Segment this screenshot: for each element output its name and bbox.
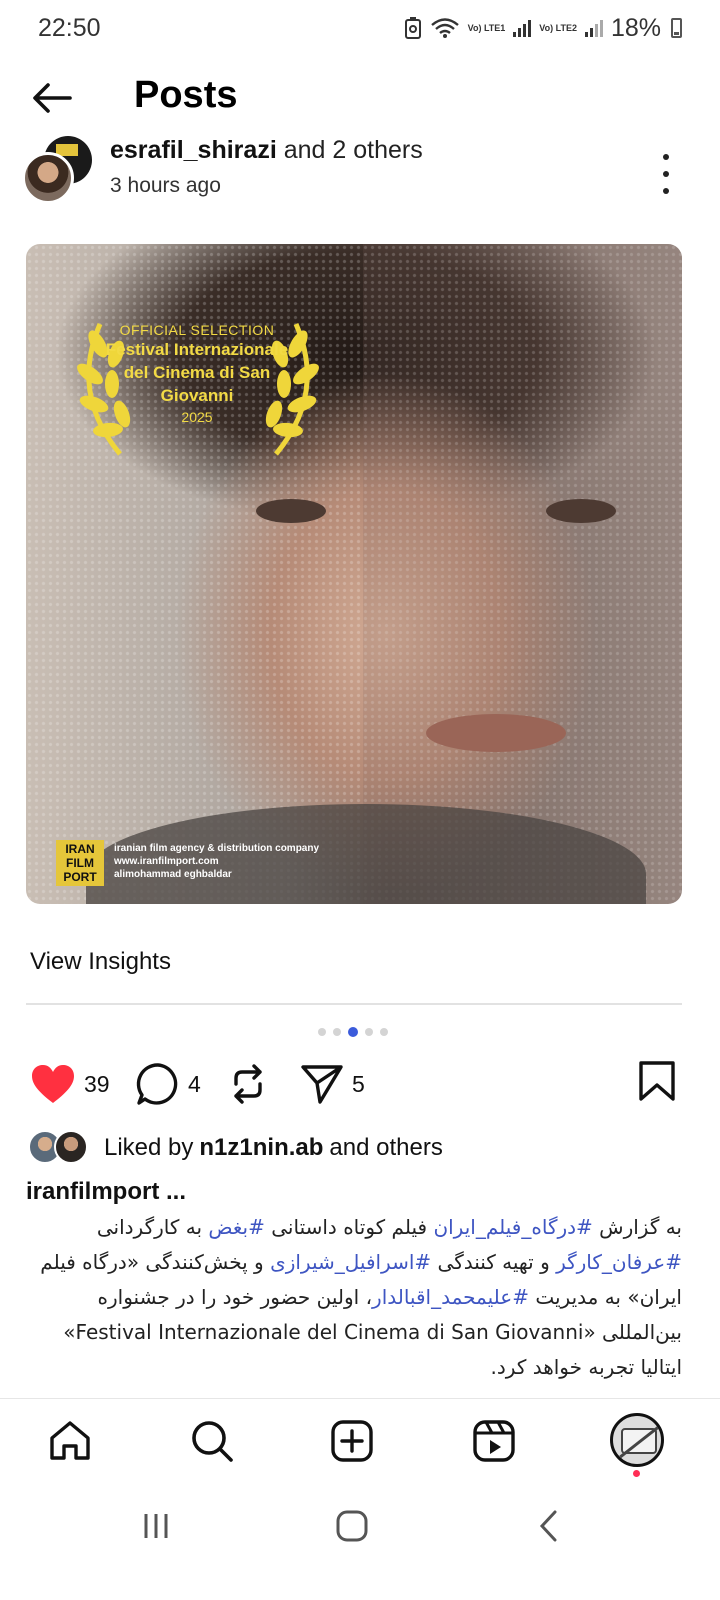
signal-2-icon (584, 19, 603, 37)
image-eye-right (546, 499, 616, 523)
nav-search[interactable] (188, 1417, 236, 1465)
repost-icon (234, 1064, 262, 1104)
post-users-suffix[interactable]: and 2 others (284, 136, 423, 164)
carousel-dot (333, 1028, 341, 1036)
like-count: 39 (84, 1070, 110, 1097)
save-button[interactable] (638, 1060, 676, 1107)
post-users[interactable]: esrafil_shirazi and 2 others (110, 136, 423, 165)
network-label-1: Vo) LTE1 (467, 22, 506, 33)
festival-line-1: Festival Internazionale (105, 340, 289, 359)
festival-year: 2025 (181, 409, 213, 425)
bottom-nav (0, 1398, 720, 1484)
status-time: 22:50 (38, 13, 101, 42)
back-button[interactable] (28, 74, 76, 122)
carousel-dot-active (348, 1027, 358, 1037)
carousel-dot (365, 1028, 373, 1036)
home-system-button[interactable] (322, 1506, 382, 1546)
agency-line-3: alimohammad eghbaldar (114, 869, 232, 880)
like-button[interactable]: 39 (30, 1058, 110, 1110)
plus-square-icon (331, 1420, 373, 1462)
comment-count: 4 (188, 1070, 201, 1097)
festival-line-3: Giovanni (160, 386, 234, 405)
network-label-2: Vo) LTE2 (539, 22, 577, 33)
signal-1-icon (513, 19, 532, 37)
liked-by-suffix[interactable]: and others (329, 1134, 442, 1162)
comment-button[interactable]: 4 (136, 1058, 201, 1110)
more-options-button[interactable] (656, 154, 676, 194)
festival-laurel-text: OFFICIAL SELECTION Festival Internaziona… (86, 322, 308, 425)
notification-dot (633, 1470, 640, 1477)
hashtag-link[interactable]: #بغض (208, 1215, 264, 1239)
author-avatar (22, 152, 74, 204)
image-mouth (426, 714, 566, 752)
status-icons: Vo) LTE1 Vo) LTE2 18% (404, 14, 682, 43)
comment-icon (136, 1063, 178, 1105)
liked-by-prefix: Liked by (104, 1134, 194, 1161)
view-insights-link[interactable]: View Insights (30, 948, 171, 976)
top-bar: Posts (0, 66, 720, 128)
share-count: 5 (352, 1070, 365, 1097)
festival-line-2: del Cinema di San (123, 363, 271, 382)
repost-button[interactable] (228, 1058, 268, 1110)
agency-credit: iranian film agency & distribution compa… (114, 842, 319, 881)
heart-filled-icon (32, 1065, 74, 1103)
nav-home[interactable] (46, 1417, 94, 1465)
reels-icon (473, 1420, 515, 1462)
page-title: Posts (134, 74, 238, 116)
wifi-icon (430, 18, 459, 38)
post-avatars[interactable] (22, 136, 98, 208)
battery-percent: 18% (610, 13, 661, 42)
liker-avatars (28, 1130, 94, 1166)
bookmark-icon (639, 1061, 675, 1101)
arrow-left-icon (33, 83, 72, 113)
post-header: esrafil_shirazi and 2 others 3 hours ago (0, 136, 720, 216)
nav-profile[interactable] (610, 1413, 664, 1467)
liked-by-user[interactable]: n1z1nin.ab (199, 1134, 323, 1162)
agency-line-2: www.iranfilmport.com (114, 856, 219, 867)
caption-username[interactable]: iranfilmport ... (26, 1178, 186, 1206)
nav-reels[interactable] (470, 1417, 518, 1465)
status-bar: 22:50 Vo) LTE1 Vo) LTE2 18% (0, 0, 720, 56)
post-timestamp: 3 hours ago (110, 174, 221, 197)
recent-apps-button[interactable] (126, 1506, 186, 1546)
nav-create[interactable] (328, 1417, 376, 1465)
caption-text: به گزارش #درگاه_فیلم_ایران فیلم کوتاه دا… (40, 1215, 682, 1379)
recycle-battery-icon (404, 17, 421, 39)
battery-icon (671, 18, 682, 38)
hashtag-link[interactable]: #عرفان_کارگر (556, 1250, 682, 1274)
liker-avatar (54, 1130, 88, 1164)
hashtag-link[interactable]: #اسرافیل_شیرازی (270, 1250, 431, 1274)
iranfilmport-logo: IRAN FILM PORT (56, 840, 104, 886)
post-username[interactable]: esrafil_shirazi (110, 136, 277, 164)
hashtag-link[interactable]: #علیمحمد_اقبالدار (372, 1285, 529, 1309)
back-system-button[interactable] (520, 1506, 580, 1546)
share-button[interactable]: 5 (300, 1058, 365, 1110)
divider (26, 1003, 682, 1005)
system-nav-bar (0, 1484, 720, 1600)
carousel-dot (380, 1028, 388, 1036)
carousel-dot (318, 1028, 326, 1036)
liked-by-row[interactable]: Liked by n1z1nin.ab and others (28, 1128, 688, 1168)
send-icon (301, 1065, 343, 1104)
hashtag-link[interactable]: #درگاه_فیلم_ایران (433, 1215, 592, 1239)
chevron-left-icon (539, 1510, 557, 1542)
official-selection-label: OFFICIAL SELECTION (119, 322, 275, 338)
home-system-icon (336, 1510, 368, 1542)
carousel-indicator (318, 1027, 388, 1037)
post-actions: 39 4 5 (0, 1058, 720, 1114)
agency-line-1: iranian film agency & distribution compa… (114, 843, 320, 854)
home-icon (50, 1421, 90, 1460)
search-icon (192, 1421, 233, 1462)
post-image[interactable]: OFFICIAL SELECTION Festival Internaziona… (26, 244, 682, 904)
recent-apps-icon (144, 1514, 168, 1538)
image-eye-left (256, 499, 326, 523)
